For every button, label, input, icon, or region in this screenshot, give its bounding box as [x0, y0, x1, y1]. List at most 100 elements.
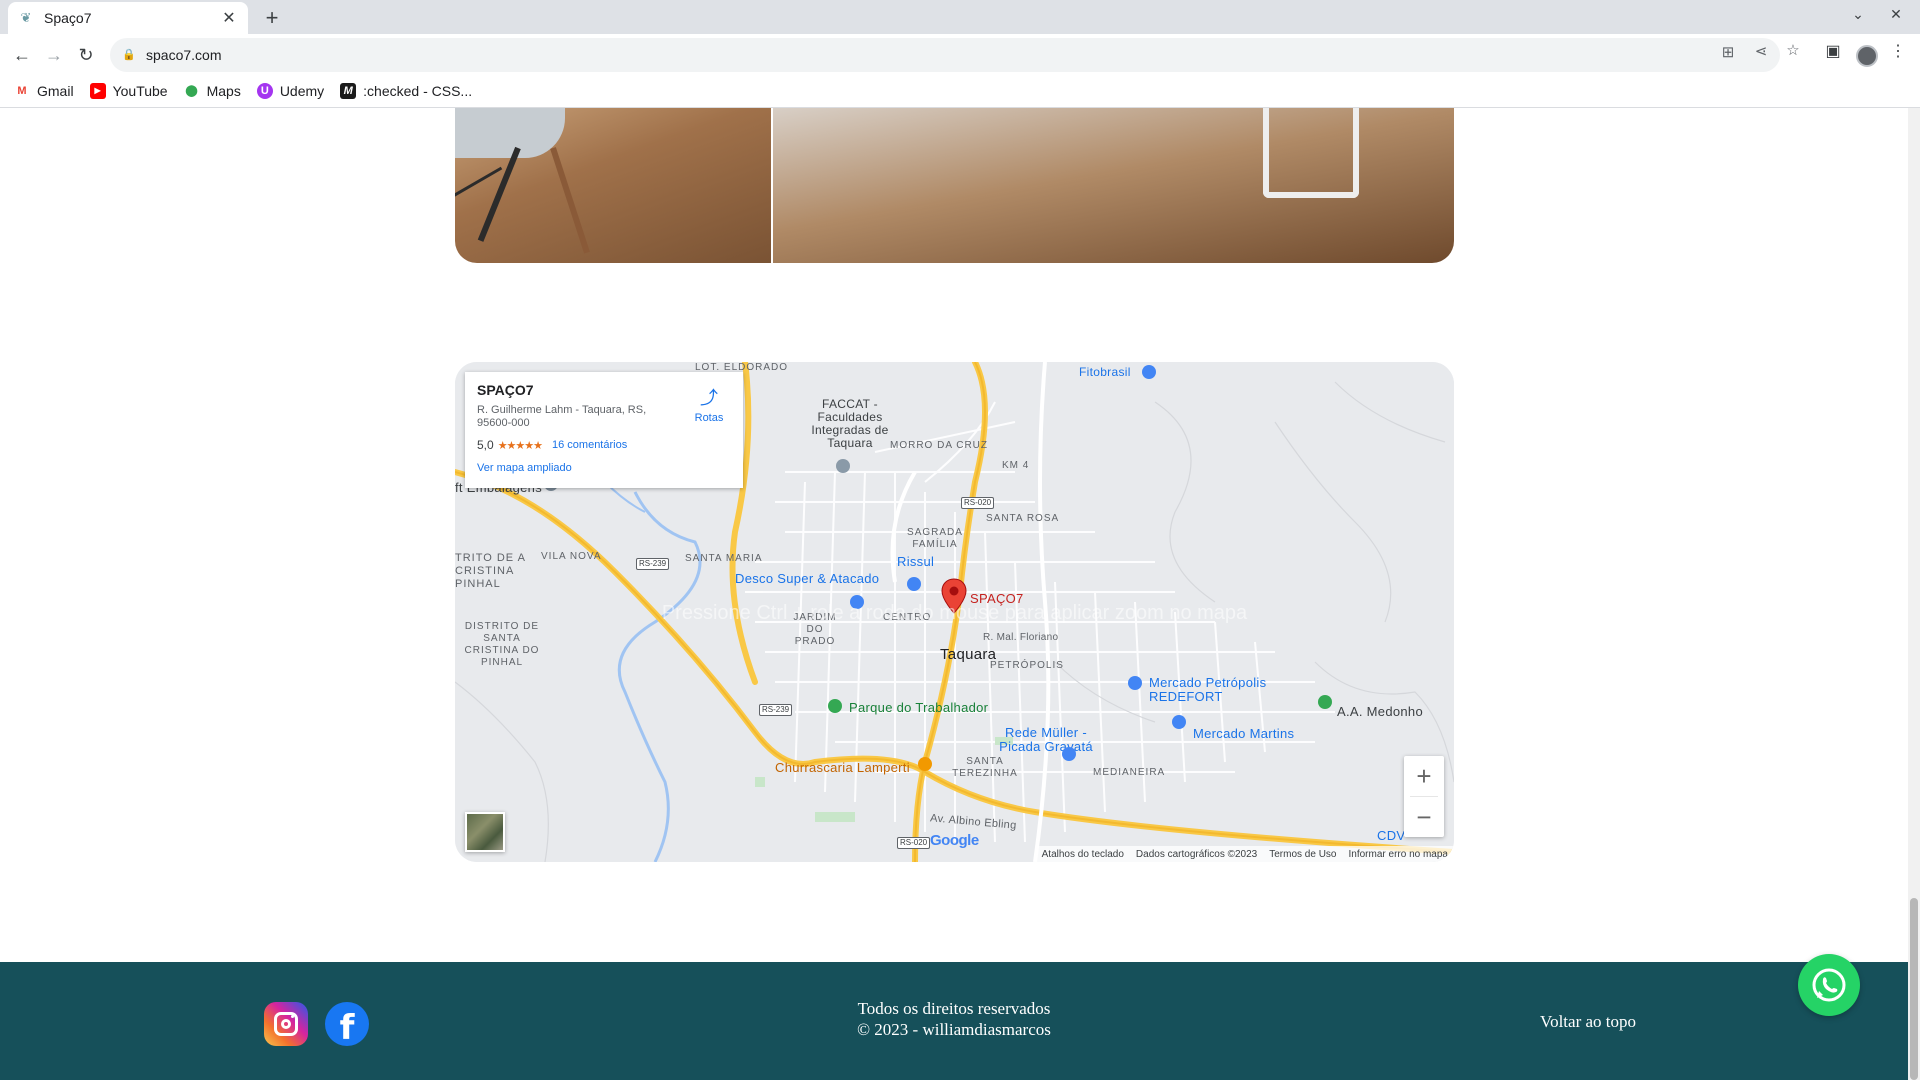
report-error-link[interactable]: Informar erro no mapa: [1343, 849, 1455, 860]
gallery-photos: [455, 108, 1454, 263]
zoom-in-button[interactable]: +: [1404, 756, 1444, 796]
restaurant-marker-icon[interactable]: [917, 756, 933, 776]
browser-tab[interactable]: ❦ Spaço7 ✕: [8, 2, 248, 34]
bookmark-gmail[interactable]: M Gmail: [14, 83, 74, 99]
lock-icon[interactable]: 🔒: [122, 48, 136, 62]
shopping-cart-marker-icon[interactable]: [1171, 714, 1187, 734]
chair-seat-shape: [455, 108, 565, 158]
poi-label[interactable]: Rissul: [897, 554, 934, 569]
bookmark-youtube[interactable]: ▶ YouTube: [89, 83, 168, 99]
google-map-embed[interactable]: SPAÇO7 Taquara LOT. ELDORADO MORRO DA CR…: [455, 362, 1454, 862]
neighborhood-label: MEDIANEIRA: [1093, 767, 1166, 778]
park-marker-icon[interactable]: [827, 698, 843, 718]
neighborhood-label: SANTA ROSA: [986, 513, 1060, 524]
terms-link[interactable]: Termos de Uso: [1263, 849, 1342, 860]
neighborhood-label: TRITO DE A CRISTINA PINHAL: [455, 552, 526, 590]
maps-icon: ⬤: [185, 85, 198, 97]
gmail-icon: M: [17, 85, 27, 97]
youtube-icon: ▶: [89, 83, 106, 99]
zoom-hint-overlay: Pressione Ctrl + role a roda do mouse pa…: [661, 602, 1248, 624]
browser-toolbar: ← → ↻ 🔒 spaco7.com ⊞ ⋖ ☆ ▣ ⋮: [0, 34, 1920, 75]
place-marker-icon[interactable]: [1317, 694, 1333, 714]
site-favicon-icon: ❦: [20, 10, 32, 25]
tab-title: Spaço7: [44, 10, 92, 26]
close-tab-icon[interactable]: ✕: [220, 8, 238, 28]
directions-label: Rotas: [694, 412, 724, 424]
poi-label[interactable]: Fitobrasil: [1079, 365, 1131, 379]
reviews-link[interactable]: 16 comentários: [552, 439, 627, 451]
neighborhood-label: SAGRADA FAMÍLIA: [907, 527, 963, 550]
zoom-controls: + −: [1404, 756, 1444, 837]
shop-marker-icon[interactable]: [1141, 364, 1157, 384]
poi-label[interactable]: Parque do Trabalhador: [849, 700, 988, 715]
window-close-icon[interactable]: ✕: [1884, 6, 1908, 23]
scrollbar-thumb[interactable]: [1910, 898, 1918, 1080]
poi-label[interactable]: Mercado Petrópolis REDEFORT: [1149, 676, 1279, 704]
mdn-icon: M: [340, 83, 357, 99]
rating-row: 5,0 ★★★★★ 16 comentários: [477, 438, 731, 452]
keyboard-shortcuts-link[interactable]: Atalhos do teclado: [1036, 849, 1130, 860]
url-text[interactable]: spaco7.com: [146, 47, 221, 63]
gallery-photo-room: [773, 108, 1454, 263]
shopping-cart-marker-icon[interactable]: [906, 576, 922, 596]
poi-label[interactable]: FACCAT - Faculdades Integradas de Taquar…: [805, 398, 895, 450]
bookmark-mdn[interactable]: M :checked - CSS...: [340, 83, 472, 99]
neighborhood-label: PETRÓPOLIS: [990, 660, 1064, 671]
tab-strip: ❦ Spaço7 ✕ + ⌄ ✕: [0, 0, 1920, 34]
road-badge: RS-239: [636, 558, 670, 570]
shopping-cart-marker-icon[interactable]: [1127, 675, 1143, 695]
school-marker-icon[interactable]: [835, 458, 851, 478]
bookmark-label: YouTube: [112, 83, 168, 99]
neighborhood-label: SANTA TEREZINHA: [952, 756, 1018, 779]
translate-icon[interactable]: ⊞: [1718, 43, 1738, 61]
bookmarks-bar: M Gmail ▶ YouTube ⬤ Maps U Udemy M :chec…: [0, 75, 1920, 108]
neighborhood-label: VILA NOVA: [541, 551, 602, 562]
poi-label[interactable]: CDV: [1377, 828, 1405, 843]
profile-avatar[interactable]: [1856, 45, 1878, 67]
forward-arrow-icon[interactable]: →: [40, 41, 68, 69]
rating-score: 5,0: [477, 438, 494, 452]
neighborhood-label: KM 4: [1002, 460, 1030, 471]
reload-icon[interactable]: ↻: [72, 41, 100, 69]
road-badge: RS-239: [759, 704, 793, 716]
directions-button[interactable]: ⤴ Rotas: [689, 384, 729, 424]
poi-label[interactable]: Rede Müller - Picada Gravatá: [991, 726, 1101, 754]
bookmark-label: Gmail: [37, 83, 74, 99]
view-larger-map-link[interactable]: Ver mapa ampliado: [477, 462, 731, 474]
poi-label[interactable]: Churrascaria Lamperti: [775, 760, 910, 775]
chair-leg-shape: [477, 146, 521, 242]
poi-label[interactable]: Desco Super & Atacado: [735, 571, 879, 586]
address-bar[interactable]: 🔒 spaco7.com: [110, 38, 1780, 72]
poi-label[interactable]: A.A. Medonho: [1337, 704, 1423, 719]
street-label: R. Mal. Floriano: [983, 632, 1059, 643]
chair-leg-shape: [550, 147, 590, 254]
gallery-photo-chair: [455, 108, 771, 263]
poi-label[interactable]: Mercado Martins: [1193, 726, 1294, 741]
share-icon[interactable]: ⋖: [1751, 42, 1771, 60]
whatsapp-icon: [1812, 968, 1846, 1002]
bookmark-label: Udemy: [279, 83, 325, 99]
side-panel-icon[interactable]: ▣: [1822, 41, 1844, 61]
city-label: Taquara: [940, 646, 997, 663]
tab-search-chevron-icon[interactable]: ⌄: [1846, 6, 1870, 23]
menu-kebab-icon[interactable]: ⋮: [1887, 41, 1909, 61]
zoom-out-button[interactable]: −: [1404, 797, 1444, 837]
bookmark-maps[interactable]: ⬤ Maps: [184, 83, 241, 99]
shopping-cart-marker-icon[interactable]: [1061, 746, 1077, 766]
bookmark-star-icon[interactable]: ☆: [1783, 41, 1803, 59]
whatsapp-button[interactable]: [1798, 954, 1860, 1016]
back-to-top-link[interactable]: Voltar ao topo: [1540, 1012, 1636, 1032]
back-arrow-icon[interactable]: ←: [8, 41, 36, 69]
stool-shape: [1263, 108, 1359, 198]
google-logo-text: Google: [930, 832, 979, 849]
page-scrollbar[interactable]: [1908, 108, 1920, 1080]
satellite-layer-toggle[interactable]: [465, 812, 505, 852]
google-logo: Google: [930, 832, 979, 849]
rating-stars-icon: ★★★★★: [497, 439, 543, 452]
bookmark-label: Maps: [206, 83, 241, 99]
neighborhood-label: SANTA MARIA: [685, 553, 763, 564]
place-info-card: SPAÇO7 R. Guilherme Lahm - Taquara, RS, …: [465, 372, 743, 488]
bookmark-udemy[interactable]: U Udemy: [256, 83, 325, 99]
new-tab-button[interactable]: +: [258, 4, 286, 32]
neighborhood-label: MORRO DA CRUZ: [890, 440, 988, 451]
